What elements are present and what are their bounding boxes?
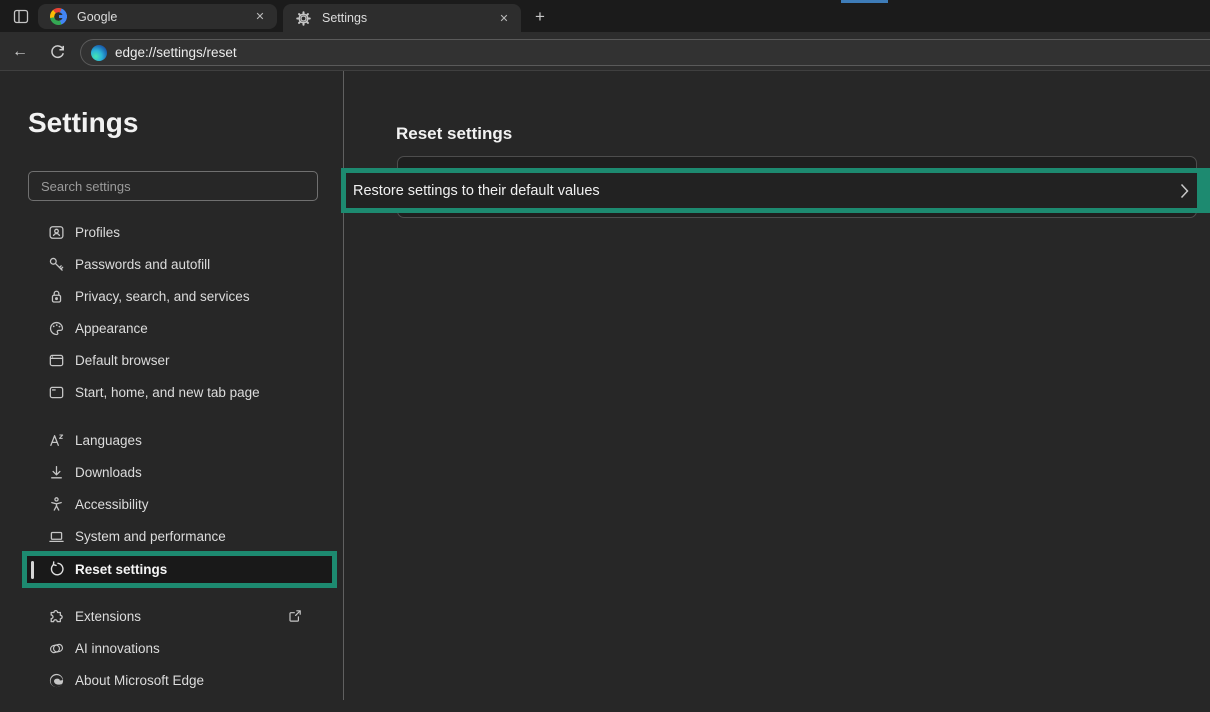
url-bar[interactable]: edge://settings/reset [80,39,1210,66]
sidebar-item-profiles[interactable]: Profiles [0,216,343,248]
tab-actions-button[interactable] [10,6,32,26]
sidebar-item-label: AI innovations [75,641,160,656]
key-icon [48,256,65,273]
edge-logo-mono-icon [48,672,65,689]
tab-title: Settings [322,11,495,25]
download-icon [48,464,65,481]
profiles-icon [48,224,65,241]
main-heading: Reset settings [396,124,512,144]
sidebar-item-accessibility[interactable]: Accessibility [0,488,343,520]
tab-actions-icon [13,9,29,24]
sidebar-item-label: Profiles [75,225,120,240]
sidebar-item-label: Start, home, and new tab page [75,385,260,400]
sidebar-item-appearance[interactable]: Appearance [0,312,343,344]
annotation-highlight-sidebar: Reset settings [22,551,337,588]
tab-title: Google [77,10,251,24]
edge-logo-icon [91,45,107,61]
tab-bar: Google ✕ Settings ✕ + [0,0,1210,32]
palette-icon [48,320,65,337]
address-toolbar: ← edge://settings/reset [0,32,1210,71]
sidebar-item-about-edge[interactable]: About Microsoft Edge [0,664,343,696]
sidebar-item-label: System and performance [75,529,226,544]
back-button[interactable]: ← [8,40,32,64]
settings-nav: Profiles Passwords and autofill [0,216,343,712]
gear-icon [295,10,312,27]
selected-indicator [31,561,34,579]
sidebar-item-label: Default browser [75,353,170,368]
sidebar-divider [343,71,344,700]
sidebar-item-label: Reset settings [75,562,167,577]
accent-blue-fragment [841,0,888,3]
restore-settings-row[interactable]: Restore settings to their default values [346,173,1197,208]
reset-icon [48,561,65,578]
annotation-highlight-main: Restore settings to their default values [341,168,1210,213]
sidebar-item-system[interactable]: System and performance [0,520,343,552]
sidebar-item-extensions[interactable]: Extensions [0,600,343,632]
page-content: Settings Profiles [0,71,1210,700]
sidebar-item-start-home[interactable]: Start, home, and new tab page [0,376,343,408]
sidebar-item-privacy[interactable]: Privacy, search, and services [0,280,343,312]
sidebar-item-languages[interactable]: Languages [0,424,343,456]
accessibility-icon [48,496,65,513]
new-tab-button[interactable]: + [528,5,552,29]
restore-row-label: Restore settings to their default values [346,183,600,199]
external-link-icon [287,608,303,624]
sidebar-item-label: Appearance [75,321,148,336]
sidebar-item-label: Downloads [75,465,142,480]
sidebar-item-reset-settings[interactable]: Reset settings [27,556,332,583]
new-tab-page-icon [48,384,65,401]
sidebar-item-label: Languages [75,433,142,448]
sidebar-item-passwords[interactable]: Passwords and autofill [0,248,343,280]
google-favicon-icon [50,8,67,25]
chevron-right-icon [1180,183,1189,199]
url-text: edge://settings/reset [115,45,237,60]
sidebar-item-label: About Microsoft Edge [75,673,204,688]
sidebar-item-default-browser[interactable]: Default browser [0,344,343,376]
tab-google[interactable]: Google ✕ [38,4,277,29]
close-tab-icon[interactable]: ✕ [251,8,269,26]
sidebar-item-label: Extensions [75,609,141,624]
browser-window-icon [48,352,65,369]
copilot-icon [48,640,65,657]
sidebar-item-label: Privacy, search, and services [75,289,250,304]
settings-page-title: Settings [28,107,138,139]
laptop-icon [48,528,65,545]
close-tab-icon[interactable]: ✕ [495,9,513,27]
lock-icon [48,288,65,305]
sidebar-item-downloads[interactable]: Downloads [0,456,343,488]
sidebar-item-ai-innovations[interactable]: AI innovations [0,632,343,664]
languages-icon [48,432,65,449]
sidebar-item-label: Passwords and autofill [75,257,210,272]
refresh-icon [49,44,66,61]
sidebar-item-label: Accessibility [75,497,149,512]
tab-settings[interactable]: Settings ✕ [283,4,521,32]
refresh-button[interactable] [45,40,69,64]
extensions-puzzle-icon [48,608,65,625]
search-settings-input[interactable] [28,171,318,201]
